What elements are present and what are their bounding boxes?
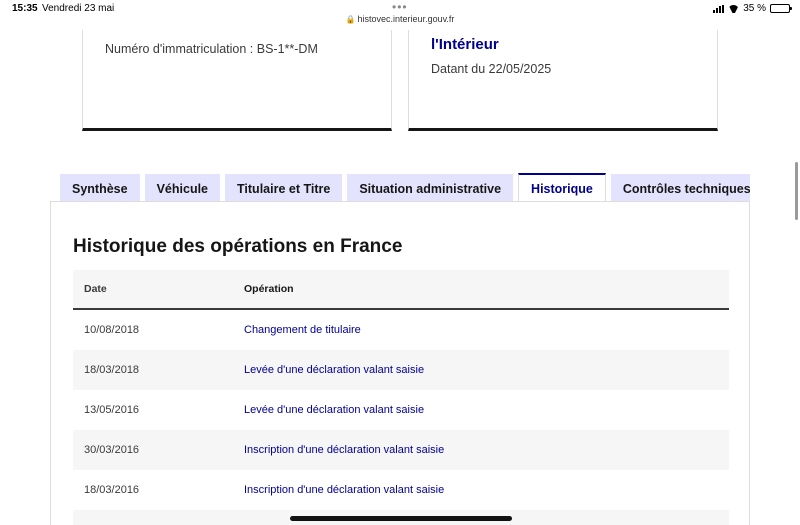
issuer-card: l'Intérieur Datant du 22/05/2025 xyxy=(408,30,718,131)
more-dots-icon[interactable]: ••• xyxy=(392,0,408,14)
table-header: Date Opération xyxy=(73,270,729,310)
tab-vehicule[interactable]: Véhicule xyxy=(144,174,221,202)
operation-label: Levée d'une déclaration valant saisie xyxy=(244,364,425,376)
operation-label: Changement de titulaire xyxy=(244,324,361,336)
status-time: 15:35 xyxy=(12,3,38,14)
operation-date: 18/03/2016 xyxy=(84,484,140,496)
registration-number: Numéro d'immatriculation : BS-1**-DM xyxy=(105,42,318,56)
status-date: Vendredi 23 mai xyxy=(42,3,115,14)
tab-synthese[interactable]: Synthèse xyxy=(60,174,140,202)
tab-historique[interactable]: Historique xyxy=(518,173,606,202)
operation-date: 18/03/2018 xyxy=(84,364,140,376)
operation-date: 10/08/2018 xyxy=(84,324,140,336)
battery-percent: 35 % xyxy=(743,3,766,14)
status-bar: 15:35 Vendredi 23 mai ••• 🔒 histovec.inte… xyxy=(0,0,800,30)
scrollbar[interactable] xyxy=(795,162,798,220)
column-header-operation: Opération xyxy=(244,283,294,295)
operation-label: Inscription d'une déclaration valant sai… xyxy=(244,484,445,496)
issuer-name: l'Intérieur xyxy=(431,36,499,53)
operation-label: Levée d'une déclaration valant saisie xyxy=(244,404,425,416)
tab-controles-techniques[interactable]: Contrôles techniques xyxy=(610,174,750,202)
operation-date: 13/05/2016 xyxy=(84,404,140,416)
table-row: 10/08/2018 Changement de titulaire xyxy=(73,310,729,350)
address-bar[interactable]: 🔒 histovec.interieur.gouv.fr xyxy=(0,14,800,24)
report-date: Datant du 22/05/2025 xyxy=(431,62,552,76)
operation-label: Inscription d'une déclaration valant sai… xyxy=(244,444,445,456)
battery-icon xyxy=(770,4,792,13)
table-row: 18/03/2016 Inscription d'une déclaration … xyxy=(73,470,729,510)
operation-date: 30/03/2016 xyxy=(84,444,140,456)
wifi-icon xyxy=(728,5,739,13)
registration-card: Numéro d'immatriculation : BS-1**-DM xyxy=(82,30,392,131)
table-row: 18/03/2018 Levée d'une déclaration valant… xyxy=(73,350,729,390)
address-url: histovec.interieur.gouv.fr xyxy=(357,14,455,24)
page-title: Historique des opérations en France xyxy=(73,236,403,257)
tab-bar: Synthèse Véhicule Titulaire et Titre Situat… xyxy=(60,173,750,202)
table-row: 13/05/2016 Levée d'une déclaration valant… xyxy=(73,390,729,430)
column-header-date: Date xyxy=(84,283,107,295)
history-panel: Historique des opérations en France Date… xyxy=(50,201,750,525)
home-indicator[interactable] xyxy=(290,516,512,521)
table-row: 30/03/2016 Inscription d'une déclaration … xyxy=(73,430,729,470)
lock-icon: 🔒 xyxy=(345,15,356,24)
status-indicators: 35 % xyxy=(713,3,792,14)
history-table: Date Opération 10/08/2018 Changement de t… xyxy=(73,270,729,525)
signal-icon xyxy=(713,4,725,13)
table-body: 10/08/2018 Changement de titulaire 18/03/2… xyxy=(73,310,729,525)
tab-situation-administrative[interactable]: Situation administrative xyxy=(347,174,514,202)
tab-titulaire-et-titre[interactable]: Titulaire et Titre xyxy=(225,174,343,202)
